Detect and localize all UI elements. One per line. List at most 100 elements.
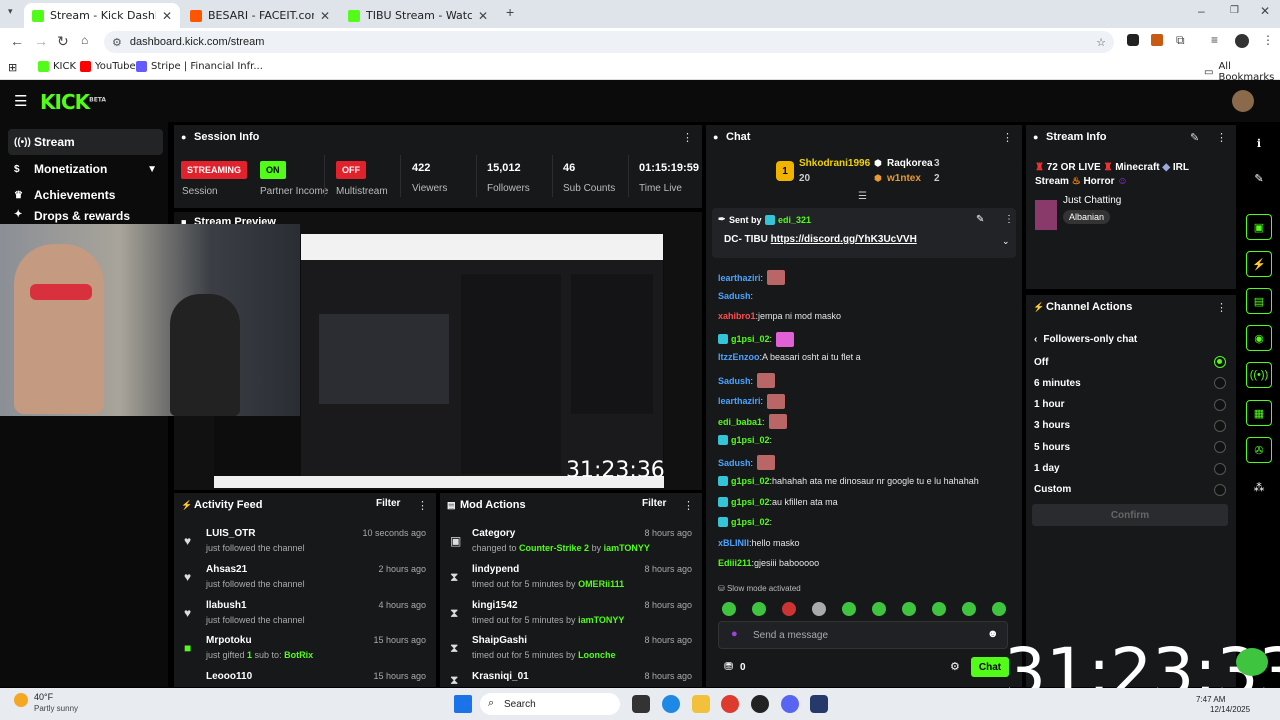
radio-button[interactable] <box>1214 462 1226 475</box>
sidebar-item-monetization[interactable]: $ Monetization ▼ <box>8 156 163 182</box>
forward-icon[interactable]: → <box>34 33 48 49</box>
url-field[interactable]: ⚙ dashboard.kick.com/stream ☆ <box>104 31 1114 53</box>
mod-target[interactable]: ShaipGashi <box>472 635 527 646</box>
notes-rail-icon[interactable]: ▤ <box>1246 288 1272 314</box>
emote-icon[interactable] <box>782 602 796 616</box>
taskbar-search[interactable]: ⌕ Search <box>480 693 620 715</box>
chat-rail-icon[interactable]: ◉ <box>1246 325 1272 351</box>
kebab-menu-icon[interactable]: ⋮ <box>1216 301 1227 314</box>
moderator-name[interactable]: OMERii111 <box>578 579 624 589</box>
confirm-button[interactable]: Confirm <box>1032 504 1228 526</box>
close-window-icon[interactable]: ✕ <box>1260 4 1270 18</box>
microphone-icon[interactable]: ● <box>731 628 738 640</box>
chevron-down-icon[interactable]: ⌄ <box>1002 236 1010 247</box>
chat-username[interactable]: ItzzEnzoo <box>718 352 760 362</box>
chat-username[interactable]: g1psi_02 <box>731 476 770 486</box>
edge-icon[interactable] <box>662 695 680 713</box>
info-rail-icon[interactable]: ℹ <box>1246 130 1272 156</box>
moderator-name[interactable]: Loonche <box>578 650 616 660</box>
radio-button[interactable] <box>1214 419 1226 432</box>
kebab-menu-icon[interactable]: ⋮ <box>1002 131 1013 144</box>
activity-user[interactable]: Ahsas21 <box>206 564 247 575</box>
chat-username[interactable]: Sadush <box>718 376 751 386</box>
category-name[interactable]: Just Chatting <box>1063 195 1121 206</box>
browser-tab[interactable]: BESARI - FACEIT.com ✕ <box>182 3 338 28</box>
chat-username[interactable]: xahibro1 <box>718 311 756 321</box>
mod-target[interactable]: Krasniqi_01 <box>472 671 529 682</box>
followers-option[interactable]: 1 hour <box>1034 395 1226 415</box>
clock-time[interactable]: 7:47 AM <box>1196 695 1225 704</box>
activity-user[interactable]: LUIS_OTR <box>206 528 255 539</box>
activity-user[interactable]: llabush1 <box>206 600 247 611</box>
language-tag[interactable]: Albanian <box>1063 210 1111 224</box>
media-control-icon[interactable]: ≡ <box>1211 33 1218 47</box>
chat-username[interactable]: g1psi_02 <box>731 334 770 344</box>
chat-username[interactable]: Sadush <box>718 291 751 301</box>
mod-target[interactable]: Category <box>472 528 515 539</box>
kebab-menu-icon[interactable]: ⋮ <box>682 131 693 144</box>
user-avatar[interactable] <box>1232 90 1254 112</box>
emote-icon[interactable] <box>932 602 946 616</box>
extension-icon[interactable] <box>1127 34 1139 46</box>
chat-username[interactable]: g1psi_02 <box>731 517 770 527</box>
chat-username[interactable]: xBLINII <box>718 538 749 548</box>
back-icon[interactable]: ← <box>10 33 24 49</box>
chat-username[interactable]: edi_baba1 <box>718 417 762 427</box>
emote-icon[interactable] <box>992 602 1006 616</box>
emote-icon[interactable] <box>872 602 886 616</box>
back-to-actions[interactable]: ‹ Followers-only chat <box>1034 334 1137 345</box>
clip-rail-icon[interactable]: ▣ <box>1246 214 1272 240</box>
emote-icon[interactable] <box>812 602 826 616</box>
followers-option[interactable]: 1 day <box>1034 459 1226 479</box>
bookmark-youtube[interactable]: YouTube <box>80 61 136 72</box>
edit-pencil-icon[interactable]: ✎ <box>1190 131 1199 144</box>
activity-user[interactable]: Leooo110 <box>206 671 252 682</box>
radio-button[interactable] <box>1214 441 1226 454</box>
followers-option[interactable]: Off <box>1034 352 1226 372</box>
top-gifter-3[interactable]: w1ntex <box>887 173 921 184</box>
tab-search-icon[interactable]: ▾ <box>8 6 13 17</box>
close-tab-icon[interactable]: ✕ <box>320 9 330 23</box>
wrench-rail-icon[interactable]: ✇ <box>1246 437 1272 463</box>
hamburger-menu-icon[interactable]: ☰ <box>14 92 27 110</box>
mod-target[interactable]: lindypend <box>472 564 519 575</box>
category-thumbnail[interactable] <box>1035 200 1057 230</box>
pinned-link[interactable]: https://discord.gg/YhK3UcVVH <box>771 234 917 245</box>
radio-button[interactable] <box>1214 398 1226 411</box>
app-icon[interactable] <box>810 695 828 713</box>
unpin-icon[interactable]: ✎ <box>976 214 984 225</box>
weather-temp[interactable]: 40°F <box>34 692 53 702</box>
clock-date[interactable]: 12/14/2025 <box>1210 705 1250 714</box>
profile-avatar[interactable] <box>1235 34 1249 48</box>
close-tab-icon[interactable]: ✕ <box>478 9 488 23</box>
moderator-name[interactable]: iamTONYY <box>604 543 650 553</box>
sidebar-item-achievements[interactable]: ♛ Achievements <box>8 182 163 208</box>
followers-option[interactable]: Custom <box>1034 480 1226 500</box>
browser-tab[interactable]: TIBU Stream - Watch Live on Ki ✕ <box>340 3 496 28</box>
chat-input[interactable]: ● Send a message ☻ <box>718 621 1008 649</box>
top-gifter-2[interactable]: Raqkorea <box>887 158 933 169</box>
emote-icon[interactable] <box>902 602 916 616</box>
followers-option[interactable]: 3 hours <box>1034 416 1226 436</box>
emote-icon[interactable] <box>722 602 736 616</box>
new-tab-icon[interactable]: + <box>506 4 514 20</box>
extensions-puzzle-icon[interactable]: ⧉ <box>1176 33 1185 48</box>
chat-username[interactable]: Sadush <box>718 458 751 468</box>
close-tab-icon[interactable]: ✕ <box>162 9 172 23</box>
emote-icon[interactable] <box>842 602 856 616</box>
activity-user[interactable]: Mrpotoku <box>206 635 252 646</box>
chat-username[interactable]: Ediii211 <box>718 558 752 568</box>
followers-option[interactable]: 5 hours <box>1034 437 1226 457</box>
kick-logo[interactable]: KICKBETA <box>40 90 106 114</box>
gift-recipient[interactable]: BotRix <box>284 650 313 660</box>
sidebar-item-drops[interactable]: ✦ Drops & rewards <box>8 209 163 223</box>
followers-option[interactable]: 6 minutes <box>1034 373 1226 393</box>
top-gifter-1[interactable]: Shkodrani1996 <box>799 158 870 169</box>
collapse-icon[interactable]: ☰ <box>858 191 867 202</box>
radio-button[interactable] <box>1214 356 1226 368</box>
edit-rail-icon[interactable]: ✎ <box>1246 165 1272 191</box>
kebab-menu-icon[interactable]: ⋮ <box>683 499 694 512</box>
maximize-icon[interactable]: ❐ <box>1230 5 1239 16</box>
moderator-name[interactable]: iamTONYY <box>578 615 624 625</box>
apps-grid-icon[interactable]: ⊞ <box>8 61 17 74</box>
